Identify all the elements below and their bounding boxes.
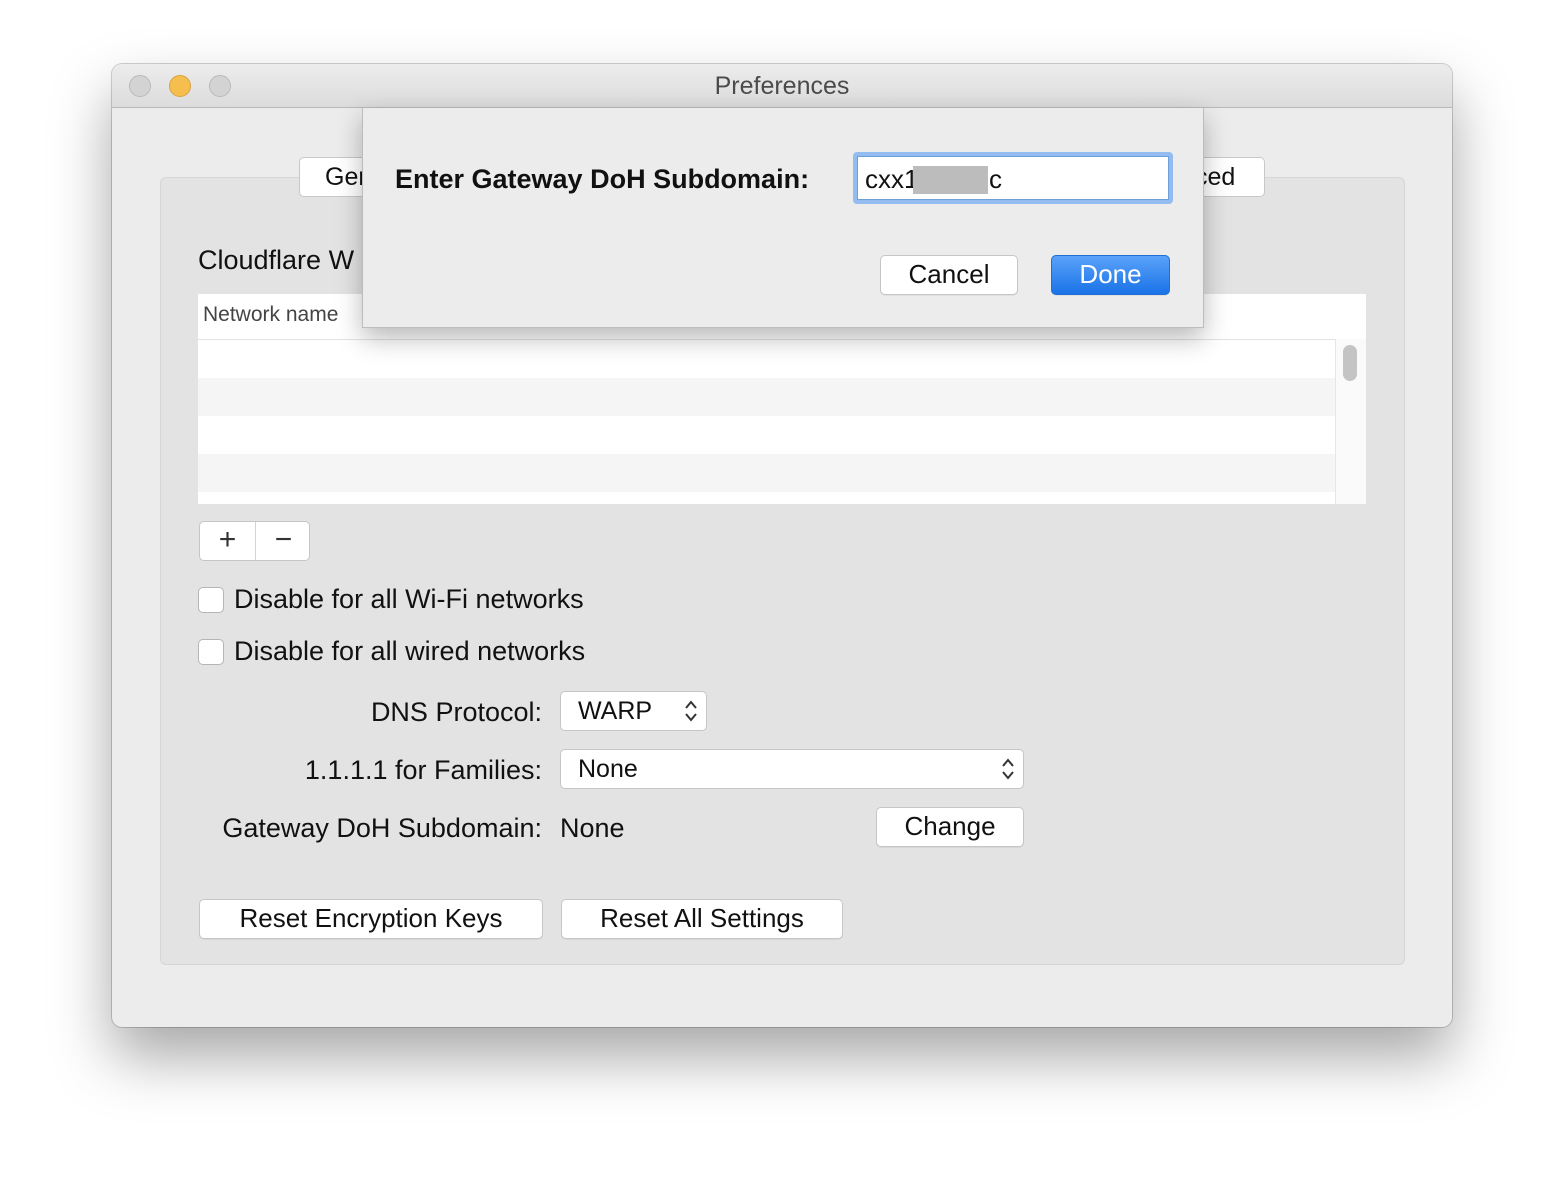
reset-all-settings-button[interactable]: Reset All Settings bbox=[561, 899, 843, 939]
families-select[interactable]: None bbox=[560, 749, 1024, 789]
table-row[interactable] bbox=[198, 416, 1336, 454]
redaction-block bbox=[913, 166, 988, 194]
families-value: None bbox=[578, 755, 638, 783]
scrollbar-thumb[interactable] bbox=[1343, 345, 1357, 381]
dns-protocol-select[interactable]: WARP bbox=[560, 691, 707, 731]
tab-general-label: Ger bbox=[325, 163, 367, 191]
title-bar[interactable]: Preferences bbox=[112, 64, 1452, 108]
add-remove-control: + − bbox=[199, 521, 310, 561]
dns-protocol-label: DNS Protocol: bbox=[370, 697, 542, 727]
add-network-button[interactable]: + bbox=[200, 522, 255, 560]
cancel-button[interactable]: Cancel bbox=[880, 255, 1018, 295]
disable-wired-checkbox[interactable] bbox=[198, 639, 224, 665]
reset-encryption-keys-button[interactable]: Reset Encryption Keys bbox=[199, 899, 543, 939]
families-label: 1.1.1.1 for Families: bbox=[304, 755, 542, 785]
up-down-chevron-icon bbox=[1002, 758, 1014, 780]
doh-subdomain-value: None bbox=[560, 813, 625, 843]
table-row[interactable] bbox=[198, 378, 1336, 416]
remove-network-button[interactable]: − bbox=[256, 522, 311, 560]
dns-protocol-value: WARP bbox=[578, 697, 653, 725]
table-row[interactable] bbox=[198, 454, 1336, 492]
change-button[interactable]: Change bbox=[876, 807, 1024, 847]
input-text-start: cxx1 bbox=[865, 164, 919, 194]
disable-wifi-label[interactable]: Disable for all Wi-Fi networks bbox=[234, 584, 584, 615]
doh-subdomain-input[interactable]: cxx1 c bbox=[853, 152, 1173, 204]
doh-subdomain-sheet: Enter Gateway DoH Subdomain: cxx1 c Canc… bbox=[362, 108, 1204, 328]
up-down-chevron-icon bbox=[685, 700, 697, 722]
table-row[interactable] bbox=[198, 340, 1336, 378]
sheet-label: Enter Gateway DoH Subdomain: bbox=[395, 164, 810, 194]
doh-subdomain-label: Gateway DoH Subdomain: bbox=[222, 813, 542, 843]
disable-wired-label[interactable]: Disable for all wired networks bbox=[234, 636, 585, 667]
section-title: Cloudflare W bbox=[198, 245, 355, 275]
window-title: Preferences bbox=[714, 72, 850, 100]
done-button[interactable]: Done bbox=[1051, 255, 1170, 295]
table-scrollbar[interactable] bbox=[1335, 339, 1366, 504]
input-text-end: c bbox=[989, 164, 1002, 194]
column-header-network-name[interactable]: Network name bbox=[203, 303, 338, 327]
disable-wifi-checkbox[interactable] bbox=[198, 587, 224, 613]
